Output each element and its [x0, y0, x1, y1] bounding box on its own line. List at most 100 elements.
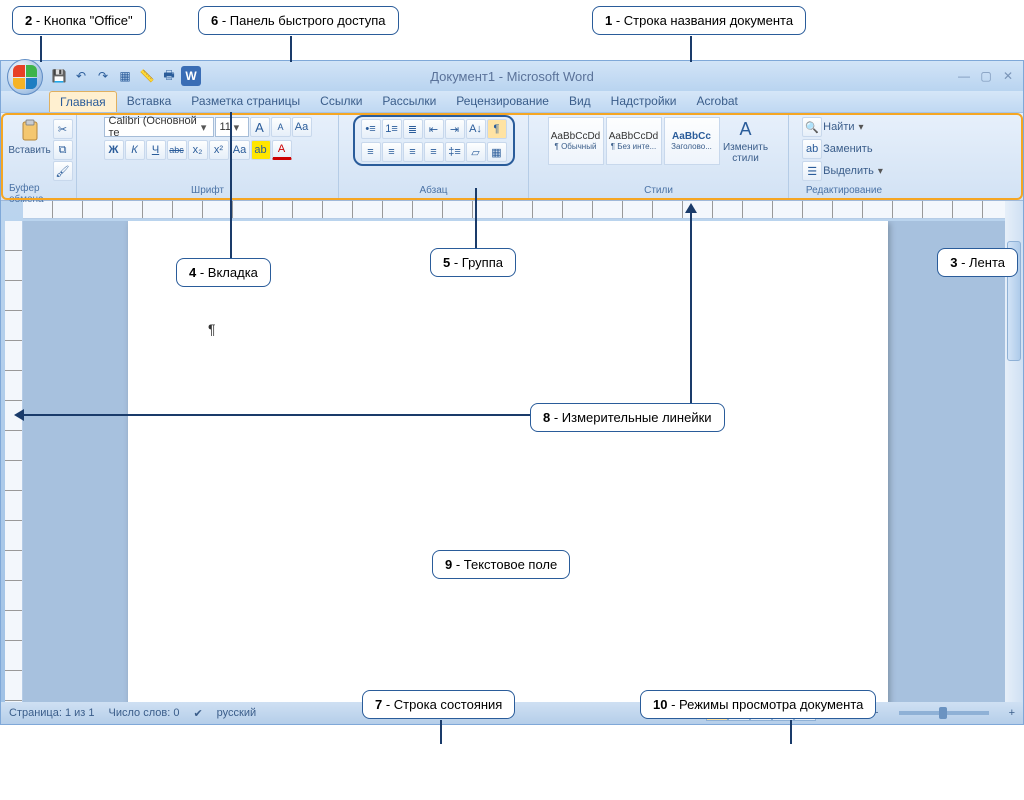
align-center-button[interactable]: ≡ [382, 142, 402, 162]
shading-button[interactable]: ▱ [466, 142, 486, 162]
show-marks-button[interactable]: ¶ [487, 119, 507, 139]
style-normal[interactable]: AaBbCcDd¶ Обычный [548, 117, 604, 165]
highlight-button[interactable]: ab [251, 140, 271, 160]
page[interactable]: ¶ [128, 221, 888, 702]
ribbon-tabs: Главная Вставка Разметка страницы Ссылки… [1, 91, 1023, 113]
align-right-button[interactable]: ≡ [403, 142, 423, 162]
undo-icon[interactable]: ↶ [71, 66, 91, 86]
group-font: Calibri (Основной те▾ 11▾ A A Aa Ж К Ч a… [77, 115, 339, 198]
redo-icon[interactable]: ↷ [93, 66, 113, 86]
callout-3: 3 - Лента [937, 248, 1018, 277]
word-icon[interactable]: W [181, 66, 201, 86]
status-page[interactable]: Страница: 1 из 1 [9, 707, 95, 719]
callout-5: 5 - Группа [430, 248, 516, 277]
replace-button[interactable]: Заменить [823, 143, 872, 155]
ruler-icon[interactable]: 📏 [137, 66, 157, 86]
tab-layout[interactable]: Разметка страницы [181, 91, 310, 112]
callout-8: 8 - Измерительные линейки [530, 403, 725, 432]
status-words[interactable]: Число слов: 0 [109, 707, 180, 719]
group-label-clipboard: Буфер обмена [9, 181, 72, 205]
group-label-editing: Редактирование [806, 183, 882, 196]
align-left-button[interactable]: ≡ [361, 142, 381, 162]
font-name-select[interactable]: Calibri (Основной те▾ [104, 117, 214, 137]
vertical-ruler[interactable] [5, 221, 23, 724]
callout-2: 2 - Кнопка "Office" [12, 6, 146, 35]
bullets-button[interactable]: •≡ [361, 119, 381, 139]
group-editing: 🔍Найти▾ abЗаменить ☰Выделить▾ Редактиров… [789, 115, 899, 198]
indent-inc-button[interactable]: ⇥ [445, 119, 465, 139]
zoom-slider[interactable] [899, 711, 989, 715]
callout-7: 7 - Строка состояния [362, 690, 515, 719]
maximize-icon[interactable]: ▢ [977, 69, 995, 83]
align-justify-button[interactable]: ≡ [424, 142, 444, 162]
cut-icon[interactable]: ✂ [53, 119, 73, 139]
ribbon: Вставить ✂ ⧉ 🖌 Буфер обмена Calibri (Осн… [1, 113, 1023, 201]
paste-button[interactable]: Вставить [9, 117, 51, 158]
replace-icon: ab [802, 139, 822, 159]
change-styles-icon: A [739, 119, 751, 140]
quick-access-toolbar: 💾 ↶ ↷ ▦ 📏 🖶 W [49, 66, 201, 86]
tab-view[interactable]: Вид [559, 91, 601, 112]
close-icon[interactable]: ✕ [999, 69, 1017, 83]
tab-mailings[interactable]: Рассылки [372, 91, 446, 112]
font-color-button[interactable]: A [272, 140, 292, 160]
change-styles-button[interactable]: A Изменить стили [722, 117, 770, 166]
grow-font-button[interactable]: A [250, 117, 270, 137]
callout-6: 6 - Панель быстрого доступа [198, 6, 399, 35]
tab-review[interactable]: Рецензирование [446, 91, 559, 112]
minimize-icon[interactable]: — [955, 69, 973, 83]
callout-9: 9 - Текстовое поле [432, 550, 570, 579]
find-button[interactable]: Найти [823, 121, 854, 133]
style-nospacing[interactable]: AaBbCcDd¶ Без инте... [606, 117, 662, 165]
find-icon: 🔍 [802, 117, 822, 137]
multilevel-button[interactable]: ≣ [403, 119, 423, 139]
copy-icon[interactable]: ⧉ [53, 140, 73, 160]
office-logo-icon [13, 65, 37, 89]
group-clipboard: Вставить ✂ ⧉ 🖌 Буфер обмена [5, 115, 77, 198]
print-icon[interactable]: 🖶 [159, 66, 179, 86]
clear-format-button[interactable]: Aa [292, 117, 312, 137]
paste-icon [18, 119, 42, 143]
callout-10: 10 - Режимы просмотра документа [640, 690, 876, 719]
group-paragraph: •≡ 1≡ ≣ ⇤ ⇥ A↓ ¶ ≡ ≡ ≡ ≡ ‡≡ ▱ ▦ [339, 115, 529, 198]
style-heading[interactable]: AaBbCcЗаголово... [664, 117, 720, 165]
format-painter-icon[interactable]: 🖌 [53, 161, 73, 181]
italic-button[interactable]: К [125, 140, 145, 160]
document-title: Документ1 - Microsoft Word [430, 69, 594, 84]
tab-acrobat[interactable]: Acrobat [687, 91, 748, 112]
callout-1: 1 - Строка названия документа [592, 6, 806, 35]
sort-button[interactable]: A↓ [466, 119, 486, 139]
tab-addins[interactable]: Надстройки [601, 91, 687, 112]
select-button[interactable]: Выделить [823, 165, 874, 177]
bold-button[interactable]: Ж [104, 140, 124, 160]
superscript-button[interactable]: x² [209, 140, 229, 160]
line-spacing-button[interactable]: ‡≡ [445, 142, 465, 162]
office-button[interactable] [7, 59, 43, 95]
underline-button[interactable]: Ч [146, 140, 166, 160]
horizontal-ruler[interactable] [23, 201, 1023, 219]
indent-dec-button[interactable]: ⇤ [424, 119, 444, 139]
proofing-icon[interactable]: ✔ [193, 707, 202, 720]
table-icon[interactable]: ▦ [115, 66, 135, 86]
tab-references[interactable]: Ссылки [310, 91, 372, 112]
group-styles: AaBbCcDd¶ Обычный AaBbCcDd¶ Без инте... … [529, 115, 789, 198]
tab-home[interactable]: Главная [49, 91, 117, 112]
group-label-paragraph: Абзац [419, 183, 447, 196]
status-language[interactable]: русский [217, 707, 256, 719]
save-icon[interactable]: 💾 [49, 66, 69, 86]
zoom-in-button[interactable]: + [1009, 707, 1015, 719]
callout-4: 4 - Вкладка [176, 258, 271, 287]
borders-button[interactable]: ▦ [487, 142, 507, 162]
word-window: 💾 ↶ ↷ ▦ 📏 🖶 W Документ1 - Microsoft Word… [0, 60, 1024, 725]
group-label-font: Шрифт [191, 183, 224, 196]
strike-button[interactable]: abc [167, 140, 187, 160]
document-area: ¶ [23, 221, 1019, 702]
paragraph-mark-icon: ¶ [208, 321, 216, 337]
change-case-button[interactable]: Aa [230, 140, 250, 160]
shrink-font-button[interactable]: A [271, 117, 291, 137]
title-bar: 💾 ↶ ↷ ▦ 📏 🖶 W Документ1 - Microsoft Word… [1, 61, 1023, 91]
select-icon: ☰ [802, 161, 822, 181]
subscript-button[interactable]: x₂ [188, 140, 208, 160]
tab-insert[interactable]: Вставка [117, 91, 182, 112]
numbering-button[interactable]: 1≡ [382, 119, 402, 139]
